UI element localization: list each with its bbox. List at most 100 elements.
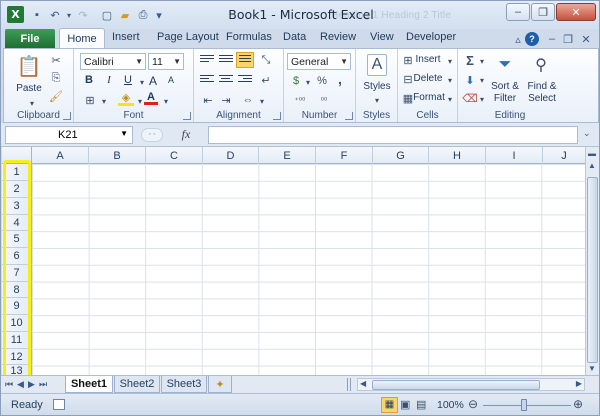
merge-dropdown-icon[interactable]: ▾ (254, 94, 270, 108)
decrease-indent-icon[interactable]: ⇤ (200, 93, 216, 107)
borders-dropdown-icon[interactable]: ▾ (96, 94, 112, 108)
comma-style-button[interactable]: , (332, 71, 348, 87)
column-header[interactable]: B (89, 147, 146, 164)
copy-icon[interactable]: ⎘ (48, 71, 64, 85)
page-break-view-icon[interactable]: ▤ (416, 398, 426, 411)
increase-indent-icon[interactable]: ⇥ (218, 93, 234, 107)
column-header[interactable]: G (373, 147, 429, 164)
align-left-icon[interactable] (200, 75, 214, 86)
tab-page-layout[interactable]: Page Layout (157, 31, 219, 43)
align-top-icon[interactable] (200, 55, 214, 66)
workbook-restore-icon[interactable]: ❐ (561, 32, 575, 46)
italic-button[interactable]: I (102, 74, 116, 86)
column-header[interactable]: C (146, 147, 203, 164)
sheet-tab[interactable]: Sheet2 (114, 376, 160, 393)
sort-filter-button-line2[interactable]: Filter (488, 93, 522, 104)
paste-button[interactable]: Paste (12, 83, 46, 94)
scroll-down-icon[interactable]: ▼ (588, 364, 596, 373)
binoculars-icon[interactable]: ⚲ (530, 53, 552, 77)
horizontal-scrollbar[interactable]: ◀ ▶ (357, 378, 585, 391)
insert-sheet-icon[interactable]: ✦ (208, 376, 232, 393)
tab-developer[interactable]: Developer (406, 31, 456, 43)
column-header[interactable]: E (259, 147, 316, 164)
workbook-close-icon[interactable]: ✕ (579, 32, 593, 46)
align-center-icon[interactable] (219, 75, 233, 86)
styles-button[interactable]: Styles (358, 81, 396, 92)
sort-filter-icon[interactable]: ⏷ (494, 53, 516, 77)
formula-cancel-enter-icon[interactable]: ◦ ◦ (141, 128, 163, 142)
cell-area[interactable] (32, 164, 585, 375)
font-name-combo[interactable]: Calibri ▼ (80, 53, 146, 70)
wrap-text-icon[interactable]: ↵ (258, 73, 274, 87)
zoom-out-icon[interactable]: ⊖ (468, 397, 478, 411)
sheet-tab[interactable]: Sheet1 (65, 376, 113, 393)
format-painter-icon[interactable]: 🖌 (48, 89, 64, 103)
zoom-level[interactable]: 100% (437, 399, 464, 411)
scroll-left-icon[interactable]: ◀ (360, 379, 366, 388)
horizontal-scroll-thumb[interactable] (372, 380, 540, 390)
vertical-scrollbar[interactable]: ▬ ▲ ▼ (585, 147, 599, 375)
help-icon[interactable]: ? (525, 32, 539, 46)
tab-file[interactable]: File (5, 29, 55, 48)
alignment-launcher-icon[interactable] (273, 112, 281, 120)
name-box[interactable]: K21 ▼ (5, 126, 133, 144)
increase-font-button[interactable]: A (146, 74, 160, 88)
font-color-button[interactable]: A (144, 91, 158, 105)
align-middle-icon[interactable] (219, 55, 233, 66)
increase-decimal-icon[interactable]: ⁺⁰⁰ (290, 93, 310, 107)
scroll-right-icon[interactable]: ▶ (576, 379, 582, 388)
zoom-in-icon[interactable]: ⊕ (573, 397, 583, 411)
sheet-tab[interactable]: Sheet3 (161, 376, 207, 393)
vertical-scroll-thumb[interactable] (587, 177, 598, 363)
maximize-button[interactable]: ❐ (531, 3, 555, 21)
font-color-dropdown-icon[interactable]: ▾ (158, 94, 174, 108)
decrease-font-button[interactable]: A (164, 75, 178, 85)
styles-gallery-icon[interactable]: A (367, 54, 387, 76)
column-header[interactable]: J (543, 147, 585, 164)
clipboard-launcher-icon[interactable] (63, 112, 71, 120)
font-launcher-icon[interactable] (183, 112, 191, 120)
macro-record-icon[interactable] (53, 399, 65, 410)
font-size-combo[interactable]: 11 ▼ (148, 53, 184, 70)
percent-style-button[interactable]: % (314, 74, 330, 88)
first-sheet-icon[interactable]: ⏮ (5, 379, 13, 390)
insert-dropdown-icon[interactable]: ▾ (442, 54, 458, 68)
page-layout-view-icon[interactable]: ▣ (400, 398, 410, 411)
prev-sheet-icon[interactable]: ◀ (17, 379, 24, 390)
number-format-combo[interactable]: General ▼ (287, 53, 351, 70)
next-sheet-icon[interactable]: ▶ (28, 379, 35, 390)
zoom-slider[interactable] (483, 405, 571, 406)
format-button[interactable]: Format (413, 92, 445, 103)
column-header[interactable]: F (316, 147, 373, 164)
last-sheet-icon[interactable]: ⏭ (39, 379, 47, 390)
zoom-slider-thumb[interactable] (521, 399, 527, 411)
align-bottom-icon[interactable] (236, 52, 254, 68)
minimize-button[interactable]: – (506, 3, 530, 21)
insert-function-icon[interactable]: fx (171, 127, 201, 142)
orientation-icon[interactable]: ⤡ (258, 53, 274, 67)
tab-data[interactable]: Data (283, 31, 306, 43)
workbook-minimize-icon[interactable]: – (545, 32, 559, 46)
expand-formula-bar-icon[interactable]: ⌄ (583, 128, 591, 139)
column-header[interactable]: D (203, 147, 259, 164)
delete-button[interactable]: Delete (414, 73, 443, 84)
autosum-dropdown-icon[interactable]: ▾ (474, 54, 490, 68)
sort-filter-button-line1[interactable]: Sort & (488, 81, 522, 92)
paste-dropdown-icon[interactable]: ▾ (24, 96, 40, 110)
tab-insert[interactable]: Insert (112, 31, 140, 43)
close-button[interactable]: ✕ (556, 3, 596, 21)
align-right-icon[interactable] (238, 75, 252, 86)
tab-home[interactable]: Home (59, 28, 105, 49)
number-launcher-icon[interactable] (345, 112, 353, 120)
split-box-icon[interactable]: ▬ (588, 149, 596, 158)
delete-dropdown-icon[interactable]: ▾ (442, 73, 458, 87)
normal-view-icon[interactable]: ▦ (381, 397, 398, 413)
bold-button[interactable]: B (82, 74, 96, 86)
column-header[interactable]: H (429, 147, 486, 164)
paste-icon[interactable]: 📋 (17, 53, 42, 79)
styles-dropdown-icon[interactable]: ▾ (369, 93, 385, 107)
find-select-button-line2[interactable]: Select (524, 93, 560, 104)
tab-split-handle[interactable] (347, 378, 351, 391)
column-header[interactable]: A (32, 147, 89, 164)
tab-formulas[interactable]: Formulas (226, 31, 272, 43)
